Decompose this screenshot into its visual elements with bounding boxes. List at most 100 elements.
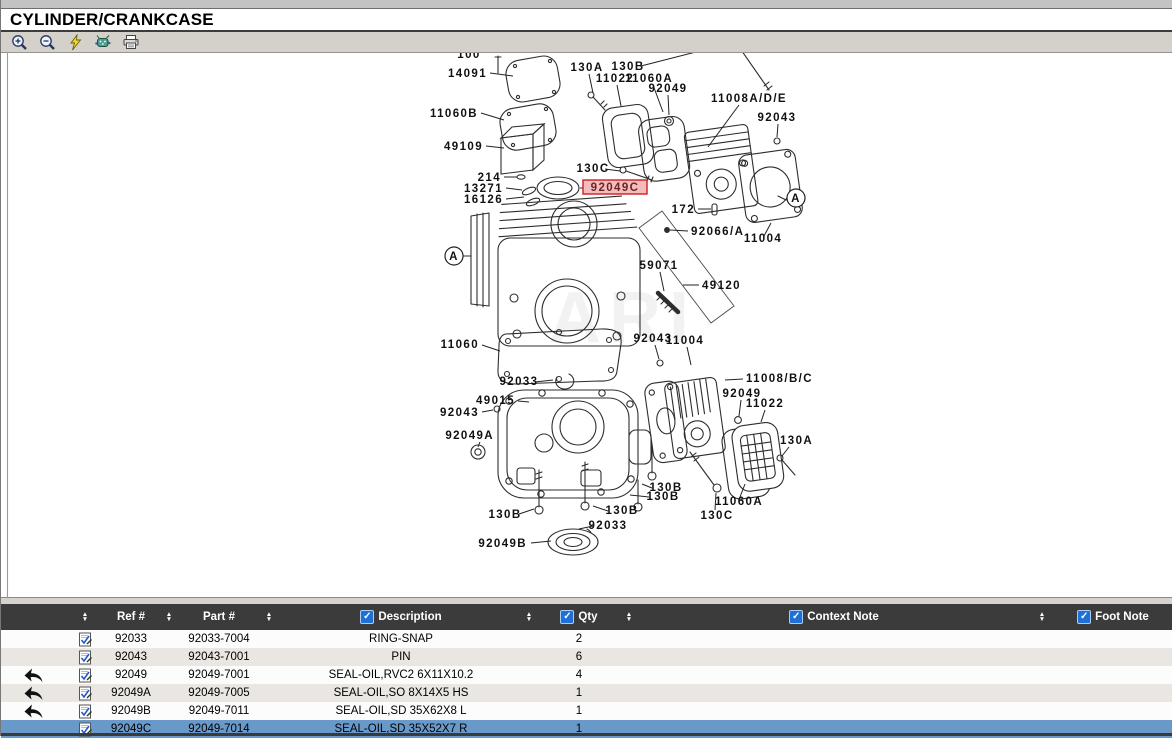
part-label[interactable]: A [449,251,459,263]
part-cell: 92043-7001 [181,651,257,663]
parts-diagram[interactable]: ARI [1,53,1172,598]
row-notes-button[interactable] [65,684,105,702]
sort-toggle-icon[interactable] [621,612,637,622]
part-label[interactable]: 11022 [746,398,784,410]
part-label[interactable]: 172 [672,204,695,216]
sort-toggle-icon[interactable] [65,612,105,622]
sort-toggle-icon[interactable] [521,612,537,622]
qty-cell: 4 [537,669,621,681]
description-cell: RING-SNAP [281,633,521,645]
table-row[interactable]: 9203392033-7004RING-SNAP2 [1,630,1172,648]
part-label[interactable]: 130B [488,509,521,521]
part-label[interactable]: 49120 [702,280,741,292]
row-arrow-cell[interactable] [1,666,65,684]
part-label[interactable]: A [791,193,801,205]
checked-checkbox[interactable] [1077,610,1091,624]
part-label[interactable]: 59071 [640,260,679,272]
qty-column-header: Qty [537,610,621,624]
row-notes-button[interactable] [65,630,105,648]
part-label[interactable]: 92066/A [691,226,744,238]
table-row[interactable]: 92049A92049-7005SEAL-OIL,SO 8X14X5 HS1 [1,684,1172,702]
part-label[interactable]: 11060 [441,339,479,351]
sort-toggle-icon[interactable] [1031,612,1053,622]
leader-line [739,400,741,416]
leader-line [725,379,743,380]
part-label[interactable]: 14091 [448,68,487,80]
part-label[interactable]: 11004 [666,335,704,347]
ref-cell: 92033 [105,633,157,645]
part-label[interactable]: 11008A/D/E [711,93,787,105]
part-label[interactable]: 92049A [445,430,494,442]
part-label[interactable]: 11060A [715,496,763,508]
parts-table: Ref # Part # Description Qty Context Not… [1,604,1172,738]
part-label[interactable]: 92049 [649,83,688,95]
row-notes-button[interactable] [65,702,105,720]
ref-cell: 92049B [105,705,157,717]
ref-cell: 92049 [105,669,157,681]
qty-cell: 1 [537,687,621,699]
row-arrow-cell[interactable] [1,684,65,702]
part-label[interactable]: 49109 [444,141,483,153]
supersession-arrow-icon [22,685,45,701]
leader-line [506,197,524,199]
ref-column-header: Ref # [105,611,157,623]
leader-line [761,410,765,422]
part-label[interactable]: 130C [576,163,609,175]
lightning-button[interactable] [65,33,85,51]
part-label[interactable]: 92043 [440,407,479,419]
part-label[interactable]: 92043 [758,112,797,124]
leader-line [641,53,731,66]
part-label[interactable]: 130B [605,505,638,517]
part-label-highlighted[interactable]: 92049C [591,182,640,194]
part-label[interactable]: 130B [611,61,644,73]
part-label[interactable]: 11004 [744,233,782,245]
leader-line [490,73,513,76]
part-label[interactable]: 130A [780,435,813,447]
row-arrow-cell[interactable] [1,702,65,720]
zoom-out-button[interactable] [37,33,57,51]
print-button[interactable] [121,33,141,51]
notes-icon [78,668,93,683]
part-label[interactable]: 11060B [430,108,478,120]
parts-catalog-window: { "window": { "title": "CYLINDER/CRANKCA… [0,0,1172,736]
notes-icon [78,650,93,665]
notes-icon [78,632,93,647]
part-label[interactable]: 130C [700,510,733,522]
part-cell: 92049-7011 [181,705,257,717]
sort-toggle-icon[interactable] [157,612,181,622]
part-label[interactable]: 16126 [464,194,503,206]
qty-cell: 1 [537,705,621,717]
foot-note-column-header: Foot Note [1053,610,1172,624]
description-cell: SEAL-OIL,SO 8X14X5 HS [281,687,521,699]
part-label[interactable]: 92049B [478,538,527,550]
description-cell: SEAL-OIL,SD 35X62X8 L [281,705,521,717]
sort-toggle-icon[interactable] [257,612,281,622]
leader-line [617,85,621,106]
table-row[interactable]: 92049B 92049-7011 SEAL-OIL,SD 35X62X8 L 1 [1,702,1172,720]
checked-checkbox[interactable] [360,610,374,624]
window-top-strip [1,0,1172,9]
lightning-icon [68,34,83,51]
leader-line [670,230,688,231]
part-label[interactable]: 130B [646,491,679,503]
part-label[interactable]: 11008/B/C [746,373,813,385]
supersession-arrow-icon [22,703,45,719]
qty-cell: 6 [537,651,621,663]
part-label[interactable]: 100 [457,53,480,61]
table-row[interactable]: 9204392043-7001PIN6 [1,648,1172,666]
hotspots-button[interactable] [93,33,113,51]
row-notes-button[interactable] [65,666,105,684]
table-row[interactable]: 9204992049-7001SEAL-OIL,RVC2 6X11X10.24 [1,666,1172,684]
checked-checkbox[interactable] [789,610,803,624]
context-note-column-header: Context Note [637,610,1031,624]
row-notes-button[interactable] [65,648,105,666]
diagram-toolbar [1,32,1172,53]
checked-checkbox[interactable] [560,610,574,624]
part-label[interactable]: 92033 [589,520,628,532]
zoom-in-button[interactable] [9,33,29,51]
diagram-line-art: ARI [8,53,804,597]
part-label[interactable]: 49015 [476,395,515,407]
row-arrow-cell [1,648,65,666]
part-label[interactable]: 92033 [500,376,539,388]
part-cell: 92049-7005 [181,687,257,699]
